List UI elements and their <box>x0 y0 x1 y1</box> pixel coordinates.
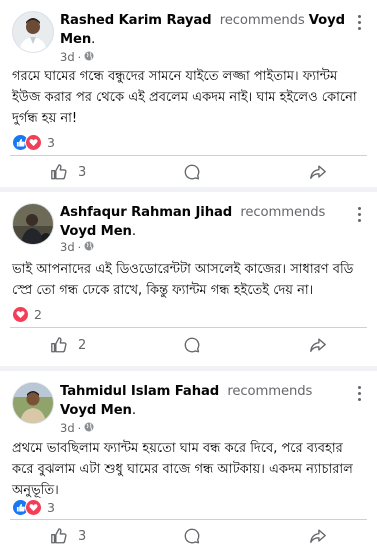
like-count: 3 <box>78 164 87 180</box>
reaction-summary[interactable]: 3 <box>12 134 55 151</box>
share-button[interactable] <box>309 329 327 361</box>
love-reaction-icon <box>25 499 42 516</box>
post-actions: 2 <box>0 329 377 361</box>
reaction-summary[interactable]: 2 <box>12 306 42 323</box>
recommends-label: recommends <box>219 13 305 28</box>
share-arrow-icon <box>309 336 327 354</box>
author-name[interactable]: Tahmidul Islam Fahad <box>60 384 219 399</box>
comment-button[interactable] <box>183 156 201 188</box>
post-time[interactable]: 3d <box>60 421 75 435</box>
globe-icon <box>84 50 94 64</box>
globe-icon <box>84 240 94 254</box>
author-name[interactable]: Ashfaqur Rahman Jihad <box>60 205 232 220</box>
page-name[interactable]: Voyd Men <box>60 224 132 239</box>
comment-button[interactable] <box>183 520 201 552</box>
avatar[interactable] <box>12 382 54 424</box>
reaction-summary[interactable]: 3 <box>12 499 55 516</box>
like-button[interactable]: 2 <box>50 329 86 361</box>
more-options-icon[interactable] <box>350 385 368 403</box>
love-reaction-icon <box>12 306 29 323</box>
post-actions: 3 <box>0 156 377 188</box>
recommendation-post: Ashfaqur Rahman Jihad recommends Voyd Me… <box>0 192 377 366</box>
meta-separator: · <box>77 240 82 254</box>
more-options-icon[interactable] <box>350 14 368 32</box>
avatar[interactable] <box>12 203 54 245</box>
more-options-icon[interactable] <box>350 206 368 224</box>
post-text: গরমে ঘামের গন্ধে বন্ধুদের সামনে যাইতে লজ… <box>12 69 357 126</box>
post-meta: 3d · <box>60 421 94 435</box>
thumbs-up-icon <box>50 163 68 181</box>
recommends-label: recommends <box>227 384 313 399</box>
post-actions: 3 <box>0 520 377 552</box>
post-meta: 3d · <box>60 240 94 254</box>
recommendation-feed: Rashed Karim Rayad recommends Voyd Men. … <box>0 0 377 555</box>
comment-bubble-icon <box>183 336 201 354</box>
comment-bubble-icon <box>183 163 201 181</box>
share-arrow-icon <box>309 527 327 545</box>
thumbs-up-icon <box>50 527 68 545</box>
like-count: 2 <box>78 337 87 353</box>
comment-bubble-icon <box>183 527 201 545</box>
like-button[interactable]: 3 <box>50 156 86 188</box>
author-name[interactable]: Rashed Karim Rayad <box>60 13 212 28</box>
divider <box>10 327 367 328</box>
reaction-count: 3 <box>47 135 55 150</box>
recommends-label: recommends <box>240 205 326 220</box>
page-name[interactable]: Voyd Men <box>60 403 132 418</box>
like-button[interactable]: 3 <box>50 520 86 552</box>
meta-separator: · <box>77 50 82 64</box>
recommendation-post: Tahmidul Islam Fahad recommends Voyd Men… <box>0 371 377 555</box>
post-time[interactable]: 3d <box>60 240 75 254</box>
reaction-count: 2 <box>34 307 42 322</box>
recommendation-post: Rashed Karim Rayad recommends Voyd Men. … <box>0 0 377 187</box>
post-headline: Tahmidul Islam Fahad recommends Voyd Men… <box>60 384 313 418</box>
post-meta: 3d · <box>60 50 94 64</box>
share-arrow-icon <box>309 163 327 181</box>
like-count: 3 <box>78 528 87 544</box>
reaction-count: 3 <box>47 500 55 515</box>
post-text: প্রথমে ভাবছিলাম ফ্যান্টম হয়তো ঘাম বন্ধ … <box>12 441 353 498</box>
post-text: ভাই আপনাদের এই ডিওডোরেন্টটা আসলেই কাজের।… <box>12 262 354 298</box>
love-reaction-icon <box>25 134 42 151</box>
comment-button[interactable] <box>183 329 201 361</box>
post-headline: Ashfaqur Rahman Jihad recommends Voyd Me… <box>60 205 326 239</box>
share-button[interactable] <box>309 520 327 552</box>
globe-icon <box>84 421 94 435</box>
thumbs-up-icon <box>50 336 68 354</box>
post-headline: Rashed Karim Rayad recommends Voyd Men. <box>60 13 345 47</box>
share-button[interactable] <box>309 156 327 188</box>
avatar[interactable] <box>12 11 54 53</box>
post-time[interactable]: 3d <box>60 50 75 64</box>
meta-separator: · <box>77 421 82 435</box>
